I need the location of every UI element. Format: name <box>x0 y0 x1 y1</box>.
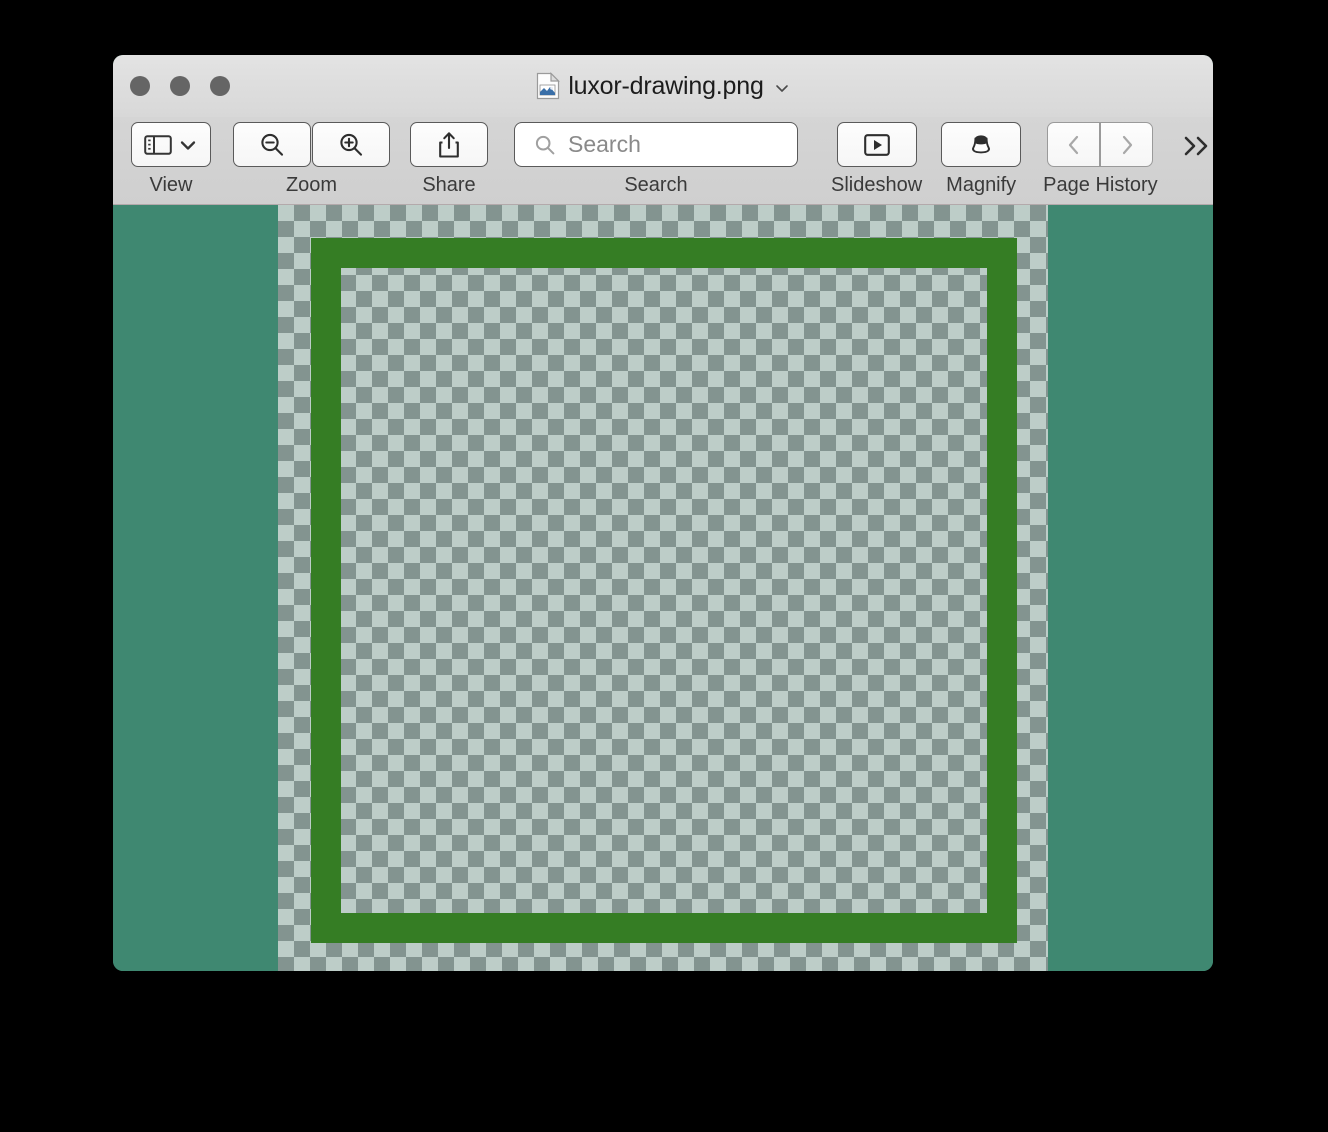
search-icon <box>533 133 557 157</box>
toolbar-group-view: View <box>131 117 211 196</box>
preview-window: luxor-drawing.png View Zoom Share Search… <box>113 55 1213 971</box>
view-label: View <box>149 174 193 196</box>
title-chevron-down-icon[interactable] <box>774 80 790 96</box>
search-input[interactable]: Search <box>514 122 798 167</box>
loupe-icon <box>966 130 996 160</box>
toolbar-group-slideshow: Slideshow <box>831 117 922 196</box>
slideshow-button[interactable] <box>836 122 917 167</box>
search-placeholder: Search <box>568 131 641 157</box>
image-canvas-checkerboard[interactable] <box>278 205 1048 971</box>
share-icon <box>435 130 463 160</box>
slideshow-label: Slideshow <box>831 174 923 196</box>
view-button[interactable] <box>131 122 211 167</box>
magnify-button[interactable] <box>941 122 1022 167</box>
sidebar-panel-icon <box>144 133 172 157</box>
png-document-icon <box>536 72 561 100</box>
share-button[interactable] <box>410 122 488 167</box>
toolbar-group-page-history: Page History <box>1043 117 1158 196</box>
toolbar-overflow-button[interactable] <box>1180 132 1213 160</box>
magnify-label: Magnify <box>946 174 1017 196</box>
window-title-group: luxor-drawing.png <box>113 71 1213 101</box>
window-title: luxor-drawing.png <box>568 72 764 100</box>
green-frame-interior-checkerboard <box>341 268 987 913</box>
window-titlebar[interactable]: luxor-drawing.png <box>113 55 1213 117</box>
document-content-area[interactable] <box>113 205 1213 971</box>
zoom-label: Zoom <box>285 174 338 196</box>
chevron-left-icon <box>1063 133 1085 157</box>
toolbar-group-zoom: Zoom <box>233 117 390 196</box>
toolbar: View Zoom Share Search Search Slideshow … <box>113 117 1213 205</box>
toolbar-group-search: Search Search <box>514 117 798 196</box>
page-history-back-button[interactable] <box>1047 122 1101 167</box>
view-chevron-down-icon <box>178 135 198 155</box>
green-frame-rectangle <box>311 238 1017 943</box>
zoom-in-button[interactable] <box>312 122 390 167</box>
page-history-forward-button[interactable] <box>1100 122 1154 167</box>
chevron-right-icon <box>1116 133 1138 157</box>
zoom-in-icon <box>336 130 366 160</box>
zoom-out-icon <box>257 130 287 160</box>
toolbar-group-magnify: Magnify <box>941 117 1022 196</box>
share-label: Share <box>422 174 476 196</box>
zoom-out-button[interactable] <box>233 122 311 167</box>
toolbar-group-share: Share <box>410 117 488 196</box>
play-icon <box>861 132 893 158</box>
search-label: Search <box>624 174 688 196</box>
page-history-label: Page History <box>1043 174 1158 196</box>
